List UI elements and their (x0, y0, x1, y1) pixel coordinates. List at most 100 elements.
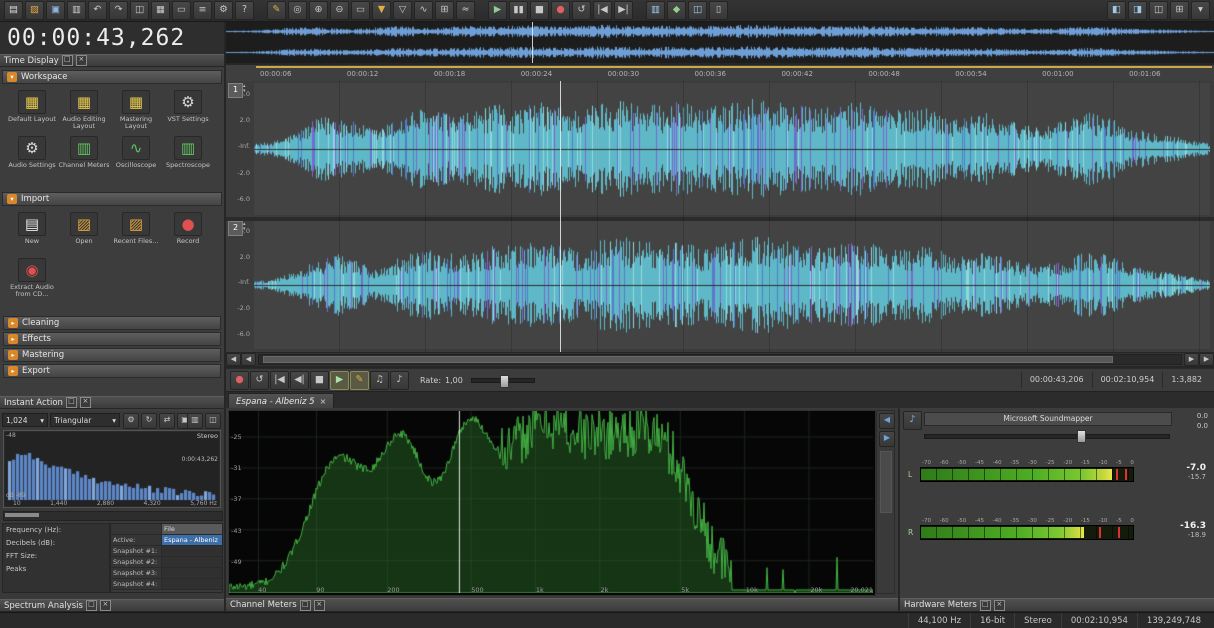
close-button[interactable]: × (993, 599, 1005, 611)
zoom-out-icon[interactable]: ⊖ (330, 1, 349, 20)
audio-editing-layout-button[interactable]: ▦ Audio Editing Layout (58, 86, 110, 132)
sa-snapshot-button[interactable]: ▥ (187, 413, 203, 429)
scroll-left-icon[interactable]: ◀ (226, 353, 241, 366)
pause-icon[interactable]: ▮▮ (509, 1, 528, 20)
rate-slider-handle[interactable] (499, 374, 509, 388)
sa-settings-button[interactable]: ⚙ (123, 413, 139, 429)
loop-region-bar[interactable] (256, 66, 1212, 68)
pin-button[interactable]: □ (61, 55, 73, 66)
magnify-tool-icon[interactable]: ◎ (288, 1, 307, 20)
close-button[interactable]: × (79, 397, 91, 408)
edit-tool-icon[interactable]: ✎ (267, 1, 286, 20)
play-normal-icon[interactable]: ▶ (488, 1, 507, 20)
pin-button[interactable]: □ (299, 599, 311, 611)
scrollbar-thumb[interactable] (263, 356, 1114, 363)
stop-button[interactable]: ■ (310, 370, 329, 390)
close-button[interactable]: × (75, 55, 87, 66)
snap-toggle-icon[interactable]: ⊞ (435, 1, 454, 20)
edit-tool-transport-button[interactable]: ✎ (350, 370, 369, 390)
pin-button[interactable]: □ (65, 397, 77, 408)
sa-scrollbar[interactable] (3, 511, 223, 521)
loop-toolbar-icon[interactable]: ↺ (572, 1, 591, 20)
close-button[interactable]: × (313, 599, 325, 611)
video-window-icon[interactable]: ◫ (688, 1, 707, 20)
sa-table-row[interactable]: Snapshot #4: (111, 579, 222, 590)
oscilloscope-button[interactable]: ∿ Oscilloscope (110, 132, 162, 178)
workspace-layout-1-icon[interactable]: ◧ (1107, 1, 1126, 20)
gain-slider-track[interactable] (924, 434, 1170, 439)
stop-toolbar-icon[interactable]: ■ (530, 1, 549, 20)
scroll-left-icon[interactable]: ◀ (241, 353, 256, 366)
previous-button[interactable]: ◀| (290, 370, 309, 390)
horizontal-scrollbar[interactable]: ◀ ◀ ▶ ▶ (226, 353, 1214, 366)
new-document-button[interactable]: ▤ New (6, 208, 58, 254)
pin-button[interactable]: □ (85, 600, 97, 611)
record-button[interactable]: ● (230, 370, 249, 390)
sa-scrollbar-thumb[interactable] (5, 513, 39, 517)
spectrum-next-button[interactable]: ▶ (879, 431, 895, 447)
trim-icon[interactable]: ▭ (172, 1, 191, 20)
go-start-toolbar-icon[interactable]: |◀ (593, 1, 612, 20)
speaker-icon[interactable]: ♪ (903, 411, 922, 430)
window-options-icon[interactable]: ▾ (1191, 1, 1210, 20)
tab-close-icon[interactable]: × (320, 397, 327, 406)
sa-table-row[interactable]: Snapshot #3: (111, 568, 222, 579)
marker-tool-icon[interactable]: ▼ (372, 1, 391, 20)
scrollbar-track[interactable] (258, 354, 1182, 365)
help-icon[interactable]: ? (235, 1, 254, 20)
zoom-in-icon[interactable]: ⊕ (309, 1, 328, 20)
window-type-select[interactable]: Triangular ▾ (50, 413, 120, 427)
auto-ripple-icon[interactable]: ≈ (456, 1, 475, 20)
scroll-right-icon[interactable]: ▶ (1199, 353, 1214, 366)
mastering-layout-button[interactable]: ▦ Mastering Layout (110, 86, 162, 132)
redo-icon[interactable]: ↷ (109, 1, 128, 20)
monitor-button[interactable]: ♪ (390, 370, 409, 390)
workspace-section-header[interactable]: ▾ Workspace (2, 70, 222, 84)
copy-icon[interactable]: ◫ (130, 1, 149, 20)
section-cleaning[interactable]: ▸ Cleaning (3, 316, 221, 330)
crossfade-tool-icon[interactable]: ∿ (414, 1, 433, 20)
record-toolbar-icon[interactable]: ● (551, 1, 570, 20)
device-name[interactable]: Microsoft Soundmapper (924, 412, 1172, 426)
go-end-toolbar-icon[interactable]: ▶| (614, 1, 633, 20)
close-button[interactable]: × (99, 600, 111, 611)
overview-waveform[interactable] (226, 22, 1214, 63)
save-all-icon[interactable]: ▥ (67, 1, 86, 20)
section-export[interactable]: ▸ Export (3, 364, 221, 378)
sa-table-row[interactable]: Active: Espana - Albeniz (111, 535, 222, 546)
scroll-right-icon[interactable]: ▶ (1184, 353, 1199, 366)
meters-toggle-icon[interactable]: ▯ (709, 1, 728, 20)
sa-sync-button[interactable]: ⇄ (159, 413, 175, 429)
waveform-canvas-2[interactable] (254, 221, 1210, 349)
cascade-windows-icon[interactable]: ◫ (1149, 1, 1168, 20)
section-mastering[interactable]: ▸ Mastering (3, 348, 221, 362)
spectrum-scrollbar-thumb[interactable] (880, 451, 892, 513)
gain-slider-handle[interactable] (1076, 430, 1086, 443)
audio-settings-button[interactable]: ⚙ Audio Settings (6, 132, 58, 178)
open-file-icon[interactable]: ▨ (25, 1, 44, 20)
plugin-chain-icon[interactable]: ◆ (667, 1, 686, 20)
import-section-header[interactable]: ▾ Import (2, 192, 222, 206)
section-effects[interactable]: ▸ Effects (3, 332, 221, 346)
channel-meters-button[interactable]: ▥ Channel Meters (58, 132, 110, 178)
document-tab[interactable]: Espana - Albeniz 5 × (228, 393, 335, 409)
fft-size-select[interactable]: 1,024 ▾ (2, 413, 48, 427)
spectrum-prev-button[interactable]: ◀ (879, 413, 895, 429)
properties-icon[interactable]: ≡ (193, 1, 212, 20)
paste-icon[interactable]: ▦ (151, 1, 170, 20)
extract-audio-cd-button[interactable]: ◉ Extract Audio from CD... (6, 254, 58, 300)
undo-icon[interactable]: ↶ (88, 1, 107, 20)
loop-playback-button[interactable]: ↺ (250, 370, 269, 390)
rate-slider[interactable] (470, 374, 535, 388)
sa-table-row[interactable]: Snapshot #1: (111, 546, 222, 557)
channel-2-badge[interactable]: 2 (228, 221, 243, 236)
sa-table-row[interactable]: Snapshot #2: (111, 557, 222, 568)
overview-canvas-right[interactable] (226, 43, 1214, 62)
preferences-icon[interactable]: ⚙ (214, 1, 233, 20)
go-to-start-button[interactable]: |◀ (270, 370, 289, 390)
play-button[interactable]: ▶ (330, 370, 349, 390)
vst-settings-button[interactable]: ⚙ VST Settings (162, 86, 214, 132)
spectroscope-button[interactable]: ▥ Spectroscope (162, 132, 214, 178)
output-gain-slider[interactable] (924, 430, 1170, 443)
default-layout-button[interactable]: ▦ Default Layout (6, 86, 58, 132)
